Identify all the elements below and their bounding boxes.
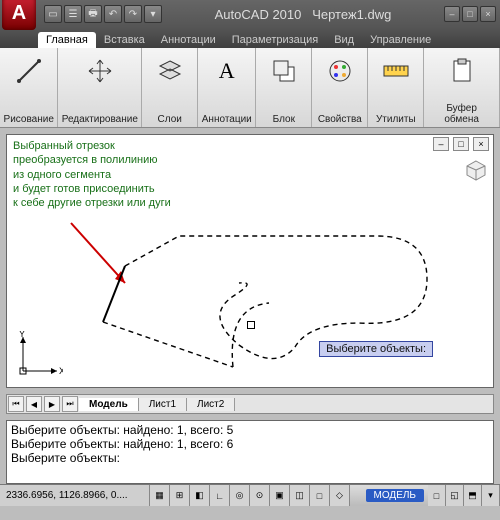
tab-nav-last-icon[interactable]: ⏭ [62, 396, 78, 412]
ribbon: Рисование Редактирование Слои A Аннотаци… [0, 48, 500, 128]
ducs-toggle-icon[interactable]: ▣ [270, 485, 290, 506]
panel-label: Свойства [318, 114, 362, 127]
quick-access-toolbar: ▭ ☰ 🖶 ↶ ↷ ▾ [44, 5, 162, 23]
layout-tab-model[interactable]: Модель [79, 398, 139, 411]
status-extra-icon[interactable]: ⬒ [464, 485, 482, 506]
panel-label: Утилиты [376, 114, 416, 127]
text-a-icon: A [212, 56, 242, 86]
ucs-axes-icon: X Y [13, 331, 63, 381]
clipboard-icon [447, 56, 477, 86]
layout-tab-2[interactable]: Лист2 [187, 398, 235, 411]
command-prompt-line: Выберите объекты: [11, 451, 489, 465]
ribbon-tabstrip: Главная Вставка Аннотации Параметризация… [0, 28, 500, 48]
qat-open-icon[interactable]: ☰ [64, 5, 82, 23]
panel-layers[interactable]: Слои [142, 48, 198, 127]
qat-undo-icon[interactable]: ↶ [104, 5, 122, 23]
tab-home[interactable]: Главная [38, 32, 96, 48]
app-menu-button[interactable]: A [2, 0, 36, 30]
otrack-toggle-icon[interactable]: ⊙ [250, 485, 270, 506]
tab-nav-first-icon[interactable]: ⏮ [8, 396, 24, 412]
panel-label: Блок [273, 114, 295, 127]
space-indicator[interactable]: МОДЕЛЬ [366, 489, 424, 502]
tab-nav-prev-icon[interactable]: ◀ [26, 396, 42, 412]
command-history-line: Выберите объекты: найдено: 1, всего: 5 [11, 423, 489, 437]
status-extra-icon[interactable]: ◱ [446, 485, 464, 506]
layers-icon [155, 56, 185, 86]
panel-clipboard[interactable]: Буфер обмена [424, 48, 500, 127]
panel-modify[interactable]: Редактирование [58, 48, 142, 127]
tab-insert[interactable]: Вставка [96, 32, 153, 48]
layout-tab-1[interactable]: Лист1 [139, 398, 187, 411]
grid-toggle-icon[interactable]: ⊞ [170, 485, 190, 506]
qat-new-icon[interactable]: ▭ [44, 5, 62, 23]
ortho-toggle-icon[interactable]: ◧ [190, 485, 210, 506]
minimize-button[interactable]: – [444, 6, 460, 22]
workspace: – □ × Выбранный отрезок преобразуется в … [0, 128, 500, 418]
layout-tab-bar: ⏮ ◀ ▶ ⏭ Модель Лист1 Лист2 [6, 394, 494, 414]
status-right-icons: □ ◱ ⬒ ▾ [428, 485, 500, 506]
dyn-toggle-icon[interactable]: ◫ [290, 485, 310, 506]
window-title: AutoCAD 2010 Чертеж1.dwg [162, 7, 444, 22]
panel-label: Рисование [4, 114, 54, 127]
svg-text:Y: Y [19, 331, 25, 339]
status-extra-icon[interactable]: □ [428, 485, 446, 506]
panel-label: Аннотации [202, 114, 252, 127]
tab-manage[interactable]: Управление [362, 32, 439, 48]
cursor-pickbox-icon [247, 321, 255, 329]
window-controls: – □ × [444, 6, 496, 22]
maximize-button[interactable]: □ [462, 6, 478, 22]
palette-icon [325, 56, 355, 86]
osnap-toggle-icon[interactable]: ◎ [230, 485, 250, 506]
drawing-canvas[interactable]: – □ × Выбранный отрезок преобразуется в … [6, 134, 494, 388]
close-button[interactable]: × [480, 6, 496, 22]
status-menu-icon[interactable]: ▾ [482, 485, 500, 506]
tab-annotate[interactable]: Аннотации [153, 32, 224, 48]
panel-label: Редактирование [62, 114, 138, 127]
panel-draw[interactable]: Рисование [0, 48, 58, 127]
block-icon [269, 56, 299, 86]
qat-redo-icon[interactable]: ↷ [124, 5, 142, 23]
polar-toggle-icon[interactable]: ∟ [210, 485, 230, 506]
svg-text:X: X [59, 366, 63, 376]
line-icon [14, 56, 44, 86]
panel-utilities[interactable]: Утилиты [368, 48, 424, 127]
tab-nav-next-icon[interactable]: ▶ [44, 396, 60, 412]
lwt-toggle-icon[interactable]: □ [310, 485, 330, 506]
panel-label: Буфер обмена [428, 103, 495, 127]
qat-dropdown-icon[interactable]: ▾ [144, 5, 162, 23]
qp-toggle-icon[interactable]: ◇ [330, 485, 350, 506]
coordinate-readout[interactable]: 2336.6956, 1126.8966, 0.... [0, 485, 150, 506]
tab-view[interactable]: Вид [326, 32, 362, 48]
command-history-line: Выберите объекты: найдено: 1, всего: 6 [11, 437, 489, 451]
command-line[interactable]: Выберите объекты: найдено: 1, всего: 5 В… [6, 420, 494, 484]
qat-print-icon[interactable]: 🖶 [84, 5, 102, 23]
panel-properties[interactable]: Свойства [312, 48, 368, 127]
ruler-icon [381, 56, 411, 86]
snap-toggle-icon[interactable]: ▦ [150, 485, 170, 506]
status-bar: 2336.6956, 1126.8966, 0.... ▦ ⊞ ◧ ∟ ◎ ⊙ … [0, 484, 500, 506]
tab-parametric[interactable]: Параметризация [224, 32, 326, 48]
panel-annotation[interactable]: A Аннотации [198, 48, 256, 127]
panel-label: Слои [158, 114, 182, 127]
titlebar: A ▭ ☰ 🖶 ↶ ↷ ▾ AutoCAD 2010 Чертеж1.dwg –… [0, 0, 500, 28]
dynamic-input-prompt: Выберите объекты: [319, 341, 433, 357]
panel-block[interactable]: Блок [256, 48, 312, 127]
move-icon [85, 56, 115, 86]
status-toggles: ▦ ⊞ ◧ ∟ ◎ ⊙ ▣ ◫ □ ◇ [150, 485, 350, 506]
